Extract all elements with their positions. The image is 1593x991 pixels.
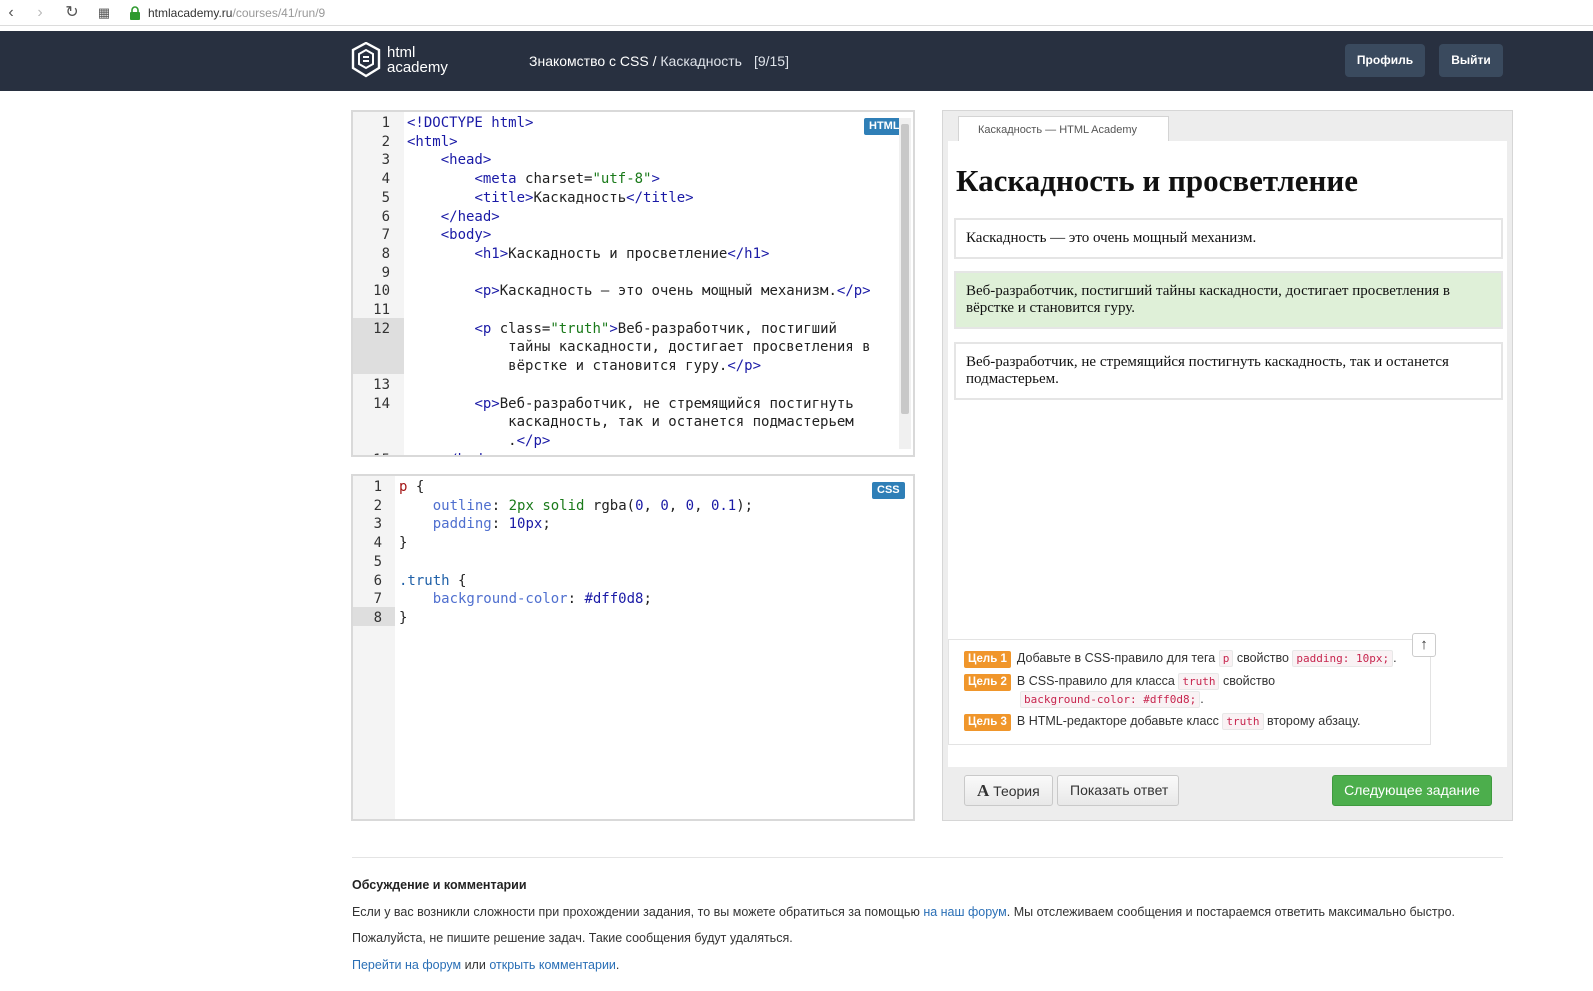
line-number: 4: [373, 535, 382, 552]
line-number: 4: [381, 171, 390, 188]
logo-text: html academy: [387, 44, 448, 76]
show-answer-button[interactable]: Показать ответ: [1057, 775, 1179, 806]
lock-icon: [130, 6, 140, 20]
line-number: 2: [381, 133, 390, 150]
url-path: /courses/41/run/9: [232, 6, 326, 20]
line-number: 2: [373, 497, 382, 514]
goal-1: Цель 1 Добавьте в CSS-правило для тега p …: [964, 650, 1397, 668]
line-number: 1: [373, 479, 382, 495]
theory-button[interactable]: A Теория: [964, 775, 1053, 806]
css-editor[interactable]: 1 2 3 45 6 78 p { outline: 2px solid rgba(0, …: [351, 474, 915, 821]
discussion-text-1: Если у вас возникли сложности при прохож…: [352, 905, 1455, 919]
line-number: 12: [373, 320, 390, 337]
line-number: 8: [373, 609, 382, 626]
profile-button[interactable]: Профиль: [1345, 44, 1425, 77]
theory-icon: A: [977, 781, 990, 800]
line-number: 7: [381, 227, 390, 244]
line-number: 5: [373, 553, 382, 570]
section-divider: [352, 857, 1503, 858]
line-number: 13: [373, 376, 390, 393]
line-number: 5: [381, 189, 390, 206]
line-number: 3: [373, 516, 382, 533]
css-editor-badge: CSS: [872, 482, 905, 499]
html-code[interactable]: <!DOCTYPE html> <html> <head> <meta char…: [407, 114, 871, 455]
discussion-text-2: Пожалуйста, не пишите решение задач. Так…: [352, 931, 793, 945]
scrollbar-thumb[interactable]: [901, 124, 909, 414]
apps-grid-icon[interactable]: ▦: [94, 3, 114, 23]
line-number: 14: [373, 395, 390, 412]
preview-heading: Каскадность и просветление: [956, 163, 1358, 198]
task-goals: Цель 1 Добавьте в CSS-правило для тега p …: [948, 639, 1431, 745]
breadcrumb-lesson: Каскадность: [660, 53, 742, 69]
preview-paragraph-3: Веб-разработчик, не стремящийся постигну…: [954, 342, 1503, 400]
reload-icon[interactable]: ↻: [62, 3, 82, 23]
line-number: 7: [373, 591, 382, 608]
go-to-forum-link[interactable]: Перейти на форум: [352, 958, 461, 972]
html-editor-scrollbar[interactable]: [899, 118, 911, 449]
line-number: 6: [373, 572, 382, 589]
next-task-button[interactable]: Следующее задание: [1332, 775, 1492, 806]
breadcrumb: Знакомство с CSS / Каскадность [9/15]: [529, 53, 789, 69]
forum-link[interactable]: на наш форум: [923, 905, 1006, 919]
forward-icon[interactable]: ›: [30, 3, 50, 23]
open-comments-link[interactable]: открыть комментарии: [489, 958, 616, 972]
logout-button[interactable]: Выйти: [1439, 44, 1503, 77]
site-logo[interactable]: html academy: [351, 42, 448, 78]
address-bar[interactable]: htmlacademy.ru/courses/41/run/9: [128, 3, 325, 23]
css-code[interactable]: p { outline: 2px solid rgba(0, 0, 0, 0.1…: [399, 478, 753, 646]
line-number: 9: [381, 264, 390, 281]
browser-toolbar: ‹ › ↻ ▦ htmlacademy.ru/courses/41/run/9: [0, 0, 1593, 26]
preview-paragraph-1: Каскадность — это очень мощный механизм.: [954, 218, 1503, 259]
back-icon[interactable]: ‹: [1, 3, 21, 23]
preview-paragraph-truth: Веб-разработчик, постигший тайны каскадн…: [954, 271, 1503, 329]
academy-logo-icon: [351, 42, 381, 78]
url-host: htmlacademy.ru: [148, 6, 233, 20]
goal-2-cont: background-color: #dff0d8;.: [1020, 691, 1204, 708]
task-actions: A Теория Показать ответ Следующее задани…: [948, 766, 1507, 816]
line-number: 15: [353, 451, 390, 455]
arrow-up-icon[interactable]: ↑: [1412, 633, 1436, 657]
goal-badge: Цель 1: [964, 651, 1011, 668]
preview-tab[interactable]: Каскадность — HTML Academy: [958, 116, 1169, 142]
line-number: 6: [381, 208, 390, 225]
html-editor[interactable]: 123456789101112131415 <!DOCTYPE html> <h…: [351, 110, 915, 457]
breadcrumb-course[interactable]: Знакомство с CSS: [529, 53, 649, 69]
goal-badge: Цель 3: [964, 714, 1011, 731]
goal-3: Цель 3В HTML-редакторе добавьте класс tr…: [964, 713, 1360, 731]
goal-badge: Цель 2: [964, 674, 1011, 691]
discussion-title: Обсуждение и комментарии: [352, 878, 527, 892]
discussion-links: Перейти на форум или открыть комментарии…: [352, 958, 620, 972]
preview-panel: Каскадность — HTML Academy Каскадность и…: [942, 110, 1513, 821]
line-number: 1: [381, 115, 390, 131]
line-number: 11: [373, 302, 390, 318]
line-number: 3: [381, 152, 390, 169]
line-number: 10: [373, 283, 390, 300]
goal-2: Цель 2В CSS-правило для класса truth сво…: [964, 673, 1275, 691]
site-header: html academy Знакомство с CSS / Каскадно…: [0, 31, 1593, 91]
line-number: 8: [381, 245, 390, 262]
lesson-progress: [9/15]: [753, 53, 789, 69]
